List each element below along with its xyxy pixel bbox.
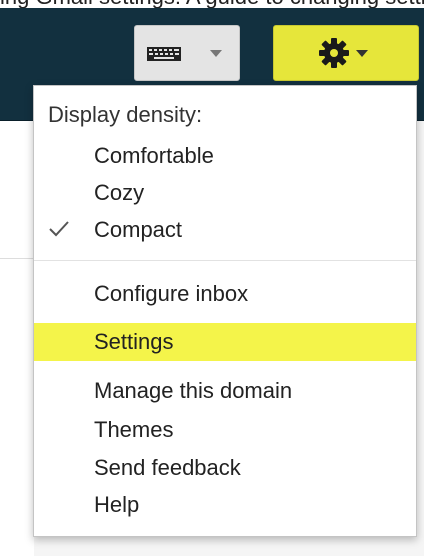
page-title-cropped: ing Gmail settings: A guide to changing … — [0, 0, 424, 8]
input-tools-button[interactable] — [134, 25, 240, 81]
menu-item-label: Manage this domain — [94, 378, 293, 403]
menu-item-label: Help — [94, 492, 140, 517]
display-density-heading: Display density: — [48, 102, 203, 127]
configure-inbox-item[interactable]: Configure inbox — [34, 275, 416, 313]
gear-icon — [319, 38, 349, 68]
menu-item-label: Send feedback — [94, 455, 241, 480]
settings-gear-button[interactable] — [273, 25, 419, 81]
settings-menu-item[interactable]: Settings — [34, 323, 416, 361]
settings-dropdown-menu: Display density: Comfortable Cozy Compac… — [33, 85, 417, 537]
chevron-down-icon — [210, 50, 222, 57]
help-menu-item[interactable]: Help — [34, 486, 416, 524]
keyboard-icon — [147, 47, 181, 61]
density-compact-option[interactable]: Compact — [34, 211, 416, 249]
menu-item-label: Configure inbox — [94, 281, 249, 306]
app-root: ing Gmail settings: A guide to changing … — [0, 0, 424, 556]
content-divider — [0, 258, 36, 259]
density-cozy-option[interactable]: Cozy — [34, 174, 416, 212]
menu-item-label: Comfortable — [94, 143, 214, 168]
menu-item-label: Themes — [94, 417, 174, 442]
menu-item-label: Cozy — [94, 180, 145, 205]
chevron-down-icon — [356, 50, 368, 57]
menu-item-label: Compact — [94, 217, 183, 242]
density-comfortable-option[interactable]: Comfortable — [34, 137, 416, 175]
themes-menu-item[interactable]: Themes — [34, 411, 416, 449]
checkmark-icon — [49, 221, 69, 237]
send-feedback-menu-item[interactable]: Send feedback — [34, 449, 416, 487]
menu-item-label: Settings — [94, 329, 174, 354]
manage-domain-menu-item[interactable]: Manage this domain — [34, 372, 416, 410]
menu-divider — [34, 260, 416, 261]
left-panel — [0, 121, 34, 556]
